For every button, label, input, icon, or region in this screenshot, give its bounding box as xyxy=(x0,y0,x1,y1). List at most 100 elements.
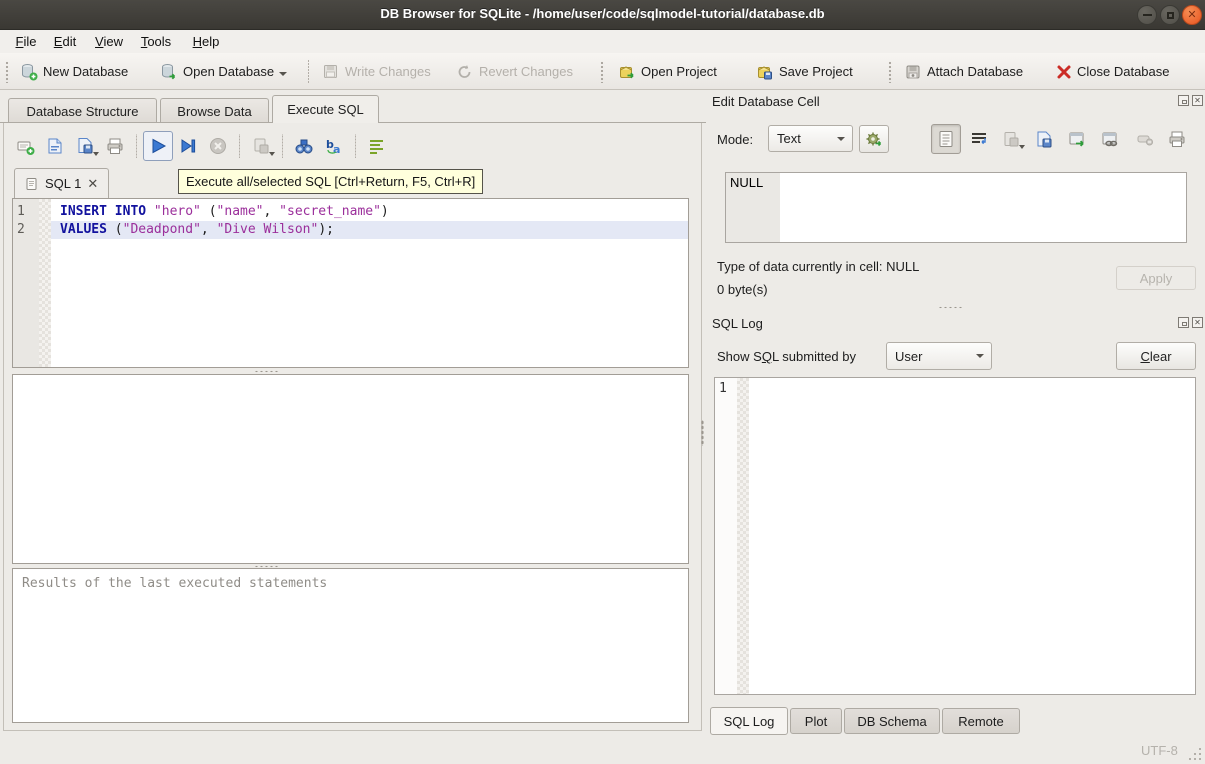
new-sql-tab-button[interactable] xyxy=(10,131,40,161)
code-line[interactable]: 1INSERT INTO "hero" ("name", "secret_nam… xyxy=(13,203,688,221)
dock-tab-remote[interactable]: Remote xyxy=(942,708,1020,734)
apply-button[interactable]: Apply xyxy=(1116,266,1196,290)
print-sql-button[interactable] xyxy=(100,131,130,161)
menu-file[interactable]: File xyxy=(8,31,44,52)
auto-format-button[interactable]: ba xyxy=(319,131,349,161)
sql-toolbar: ba xyxy=(10,128,700,163)
save-sql-dropdown-icon[interactable] xyxy=(93,152,99,159)
log-filter-value: User xyxy=(895,349,922,364)
mode-select[interactable]: Text xyxy=(768,125,853,152)
code-line[interactable]: 2VALUES ("Deadpond", "Dive Wilson"); xyxy=(13,221,688,239)
edit-cell-close-button[interactable]: ✕ xyxy=(1192,95,1203,106)
edit-cell-float-button[interactable] xyxy=(1178,95,1189,106)
sql-editor[interactable]: 1INSERT INTO "hero" ("name", "secret_nam… xyxy=(12,198,689,368)
splitter-handle-icon xyxy=(254,370,278,373)
word-wrap-button[interactable] xyxy=(362,131,392,161)
save-results-button[interactable] xyxy=(246,131,276,161)
open-database-dropdown-icon[interactable] xyxy=(279,72,287,80)
save-project-button[interactable]: Save Project xyxy=(752,57,857,86)
toolbar-drag-handle[interactable] xyxy=(600,61,605,83)
cell-value-editor[interactable]: NULL xyxy=(725,172,1187,243)
find-button[interactable] xyxy=(289,131,319,161)
cell-import-button[interactable] xyxy=(996,124,1026,154)
minimize-button[interactable] xyxy=(1137,5,1157,25)
new-database-icon xyxy=(20,63,38,81)
clear-log-button[interactable]: Clear xyxy=(1116,342,1196,370)
line-number: 1 xyxy=(13,203,39,221)
auto-switch-mode-button[interactable] xyxy=(859,125,889,153)
new-database-label: New Database xyxy=(43,64,128,79)
title-bar[interactable]: DB Browser for SQLite - /home/user/code/… xyxy=(0,0,1205,30)
sql-log-float-button[interactable] xyxy=(1178,317,1189,328)
window-title: DB Browser for SQLite - /home/user/code/… xyxy=(0,6,1205,21)
fold-margin xyxy=(39,221,51,239)
cell-text-mode-button[interactable] xyxy=(931,124,961,154)
attach-database-label: Attach Database xyxy=(927,64,1023,79)
resize-grip[interactable] xyxy=(1189,748,1201,760)
execute-current-line-button[interactable] xyxy=(173,131,203,161)
open-database-label: Open Database xyxy=(183,64,274,79)
close-button[interactable]: ✕ xyxy=(1182,5,1202,25)
open-database-icon xyxy=(160,63,178,81)
write-changes-label: Write Changes xyxy=(345,64,431,79)
menu-help[interactable]: Help xyxy=(186,31,226,52)
dock-splitter[interactable] xyxy=(938,306,962,309)
maximize-icon xyxy=(1167,12,1174,19)
toolbar-separator xyxy=(308,60,309,84)
write-changes-button[interactable]: Write Changes xyxy=(318,57,435,86)
toolbar-drag-handle[interactable] xyxy=(5,61,10,83)
toolbar-drag-handle[interactable] xyxy=(888,61,893,83)
tab-execute-sql[interactable]: Execute SQL xyxy=(272,95,379,123)
main-toolbar: New Database Open Database Write Changes… xyxy=(0,53,1205,90)
attach-database-button[interactable]: Attach Database xyxy=(900,57,1027,86)
save-project-label: Save Project xyxy=(779,64,853,79)
dock-tab-remote-label: Remote xyxy=(958,714,1004,729)
execute-sql-button[interactable] xyxy=(143,131,173,161)
stop-execution-button[interactable] xyxy=(203,131,233,161)
menu-tools[interactable]: Tools xyxy=(134,31,178,52)
close-database-button[interactable]: Close Database xyxy=(1052,57,1174,86)
attach-database-icon xyxy=(904,63,922,81)
find-icon xyxy=(294,136,314,156)
text-document-icon xyxy=(938,130,954,148)
sql1-tab-close-icon[interactable]: ✕ xyxy=(87,176,98,192)
save-sql-file-button[interactable] xyxy=(70,131,100,161)
log-filter-select[interactable]: User xyxy=(886,342,992,370)
results-grid[interactable] xyxy=(12,374,689,564)
open-project-button[interactable]: Open Project xyxy=(614,57,721,86)
tab-browse-data[interactable]: Browse Data xyxy=(160,98,269,123)
tab-execute-sql-label: Execute SQL xyxy=(287,102,364,117)
sql-log-close-button[interactable]: ✕ xyxy=(1192,317,1203,328)
cell-open-external-button[interactable] xyxy=(1062,124,1092,154)
tab-database-structure[interactable]: Database Structure xyxy=(8,98,157,123)
execution-results-pane[interactable]: Results of the last executed statements xyxy=(12,568,689,723)
dock-tab-db-schema[interactable]: DB Schema xyxy=(844,708,940,734)
dock-tab-sql-log[interactable]: SQL Log xyxy=(710,707,788,735)
import-dropdown-icon[interactable] xyxy=(1019,145,1025,152)
sql1-tab[interactable]: SQL 1 ✕ xyxy=(14,168,109,198)
new-database-button[interactable]: New Database xyxy=(16,57,132,86)
set-null-icon xyxy=(1136,130,1154,148)
print-icon xyxy=(105,136,125,156)
cell-export-button[interactable] xyxy=(1029,124,1059,154)
revert-changes-button[interactable]: Revert Changes xyxy=(452,57,577,86)
menu-bar: File Edit View Tools Help xyxy=(0,30,1205,53)
menu-edit[interactable]: Edit xyxy=(46,31,84,52)
cell-copy-link-button[interactable] xyxy=(1095,124,1125,154)
open-sql-file-button[interactable] xyxy=(40,131,70,161)
open-database-button[interactable]: Open Database xyxy=(156,57,291,86)
export-icon xyxy=(1035,130,1053,148)
save-results-dropdown-icon[interactable] xyxy=(269,152,275,159)
maximize-button[interactable] xyxy=(1160,5,1180,25)
cell-print-button[interactable] xyxy=(1162,124,1192,154)
execute-tooltip-text: Execute all/selected SQL [Ctrl+Return, F… xyxy=(186,174,475,189)
dock-tab-plot[interactable]: Plot xyxy=(790,708,842,734)
cell-word-wrap-button[interactable] xyxy=(964,124,994,154)
close-icon: ✕ xyxy=(1194,319,1201,327)
cell-set-null-button[interactable] xyxy=(1130,124,1160,154)
revert-changes-icon xyxy=(456,63,474,81)
edit-cell-dock-title: Edit Database Cell xyxy=(712,94,820,109)
menu-view[interactable]: View xyxy=(88,31,130,52)
sql-log-view[interactable]: 1 xyxy=(714,377,1196,695)
pane-vertical-splitter[interactable] xyxy=(701,420,704,446)
